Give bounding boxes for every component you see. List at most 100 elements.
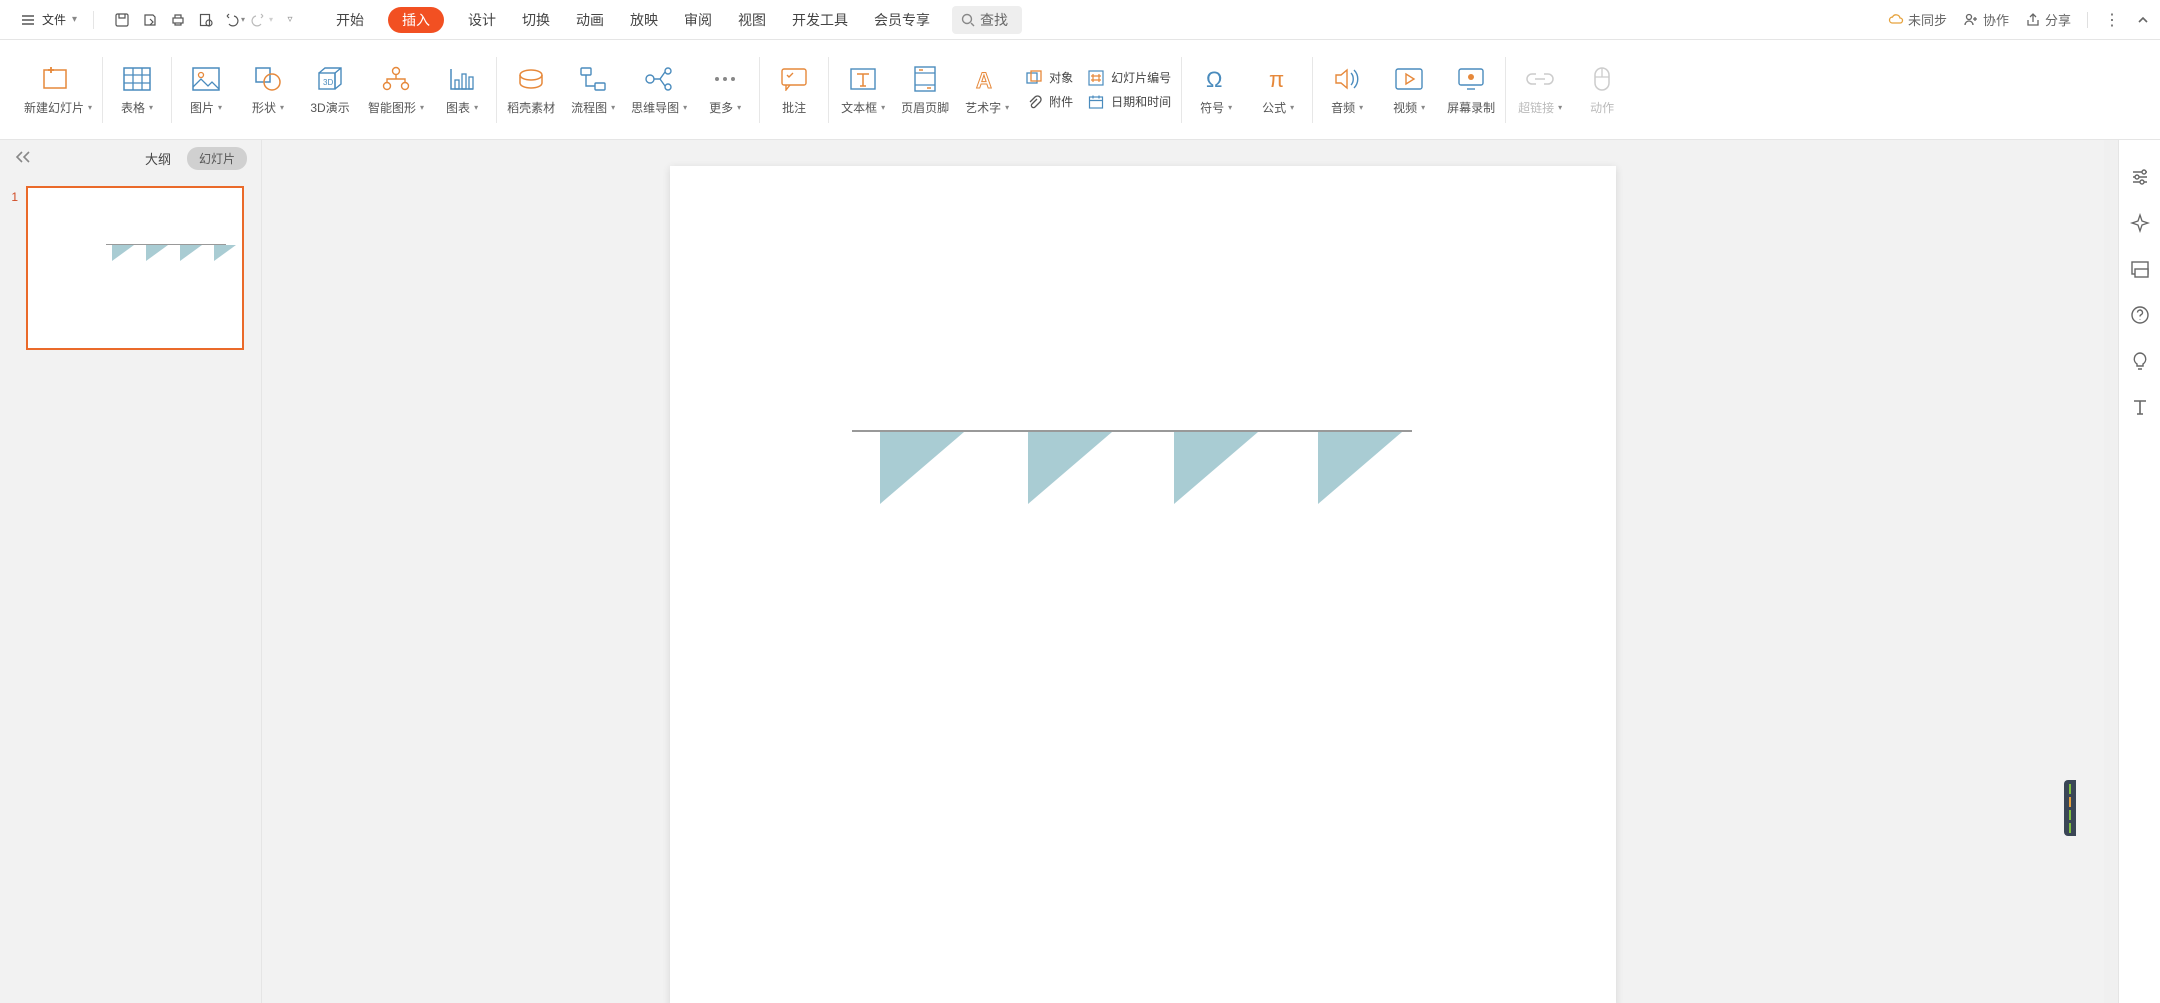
- link-icon: [1524, 63, 1556, 95]
- qat-customize-icon[interactable]: ▿: [276, 6, 304, 34]
- share-button[interactable]: 分享: [2025, 10, 2071, 29]
- comment-button[interactable]: 批注: [770, 63, 818, 116]
- hyperlink-button[interactable]: 超链接▾: [1516, 63, 1564, 116]
- slide-thumbnail-1[interactable]: [26, 186, 244, 350]
- print-icon[interactable]: [164, 6, 192, 34]
- tab-animation[interactable]: 动画: [574, 6, 606, 34]
- thumbnails: 1: [0, 176, 261, 360]
- search-icon: [960, 12, 976, 28]
- audio-button[interactable]: 音频▾: [1323, 63, 1371, 116]
- slides-tab[interactable]: 幻灯片: [187, 147, 247, 170]
- equation-button[interactable]: π 公式▾: [1254, 63, 1302, 116]
- slidenum-button[interactable]: 幻灯片编号: [1087, 69, 1171, 87]
- print-preview-icon[interactable]: [192, 6, 220, 34]
- floating-side-tab[interactable]: [2064, 780, 2076, 836]
- action-button[interactable]: 动作: [1578, 63, 1626, 116]
- svg-text:3D: 3D: [323, 78, 333, 87]
- calendar-icon: [1087, 93, 1105, 111]
- redo-icon[interactable]: ▾: [248, 6, 276, 34]
- docer-button[interactable]: 稻壳素材: [507, 63, 555, 116]
- separator: [93, 11, 94, 29]
- new-slide-icon: [42, 63, 74, 95]
- attachment-button[interactable]: 附件: [1025, 93, 1073, 111]
- outline-tab[interactable]: 大纲: [145, 149, 171, 168]
- topbar-right: 未同步 协作 分享 ⋮: [1888, 10, 2150, 30]
- textbox-button[interactable]: 文本框▾: [839, 63, 887, 116]
- tab-review[interactable]: 审阅: [682, 6, 714, 34]
- omega-icon: Ω: [1200, 63, 1232, 95]
- undo-icon[interactable]: ▾: [220, 6, 248, 34]
- picture-button[interactable]: 图片▾: [182, 63, 230, 116]
- tab-design[interactable]: 设计: [466, 6, 498, 34]
- picture-icon: [190, 63, 222, 95]
- symbol-button[interactable]: Ω 符号▾: [1192, 63, 1240, 116]
- demo3d-button[interactable]: 3D 3D演示: [306, 63, 354, 116]
- sparkle-icon[interactable]: [2127, 210, 2153, 236]
- triangle-shape-4[interactable]: [1318, 432, 1402, 504]
- svg-text:Ω: Ω: [1206, 67, 1222, 92]
- mindmap-button[interactable]: 思维导图▾: [631, 63, 687, 116]
- thumb-number: 1: [8, 186, 18, 204]
- screenrec-button[interactable]: 屏幕录制: [1447, 63, 1495, 116]
- object-button[interactable]: 对象: [1025, 69, 1073, 87]
- collapse-panel-icon[interactable]: [14, 150, 32, 167]
- lightbulb-icon[interactable]: [2127, 348, 2153, 374]
- sliders-icon[interactable]: [2127, 164, 2153, 190]
- tab-start[interactable]: 开始: [334, 6, 366, 34]
- text-icon[interactable]: [2127, 394, 2153, 420]
- more-dots-icon: [709, 63, 741, 95]
- slide[interactable]: [670, 166, 1616, 1003]
- table-button[interactable]: 表格▾: [113, 63, 161, 116]
- tab-slideshow[interactable]: 放映: [628, 6, 660, 34]
- triangle-shape-1[interactable]: [880, 432, 964, 504]
- slides-panel-header: 大纲 幻灯片: [0, 140, 261, 176]
- save-as-icon[interactable]: [136, 6, 164, 34]
- more-button[interactable]: 更多▾: [701, 63, 749, 116]
- workspace: 大纲 幻灯片 1: [0, 140, 2160, 1003]
- triangle-shape-2[interactable]: [1028, 432, 1112, 504]
- flowchart-button[interactable]: 流程图▾: [569, 63, 617, 116]
- tab-view[interactable]: 视图: [736, 6, 768, 34]
- search-label: 查找: [980, 10, 1008, 30]
- mouse-icon: [1586, 63, 1618, 95]
- smartart-button[interactable]: 智能图形▾: [368, 63, 424, 116]
- object-icon: [1025, 69, 1043, 87]
- template-icon[interactable]: [2127, 256, 2153, 282]
- slide-canvas-area[interactable]: [262, 140, 2118, 1003]
- file-menu[interactable]: 文件 ▾: [10, 7, 87, 32]
- speaker-icon: [1331, 63, 1363, 95]
- cube3d-icon: 3D: [314, 63, 346, 95]
- wordart-button[interactable]: A 艺术字▾: [963, 63, 1011, 116]
- collapse-ribbon[interactable]: [2136, 13, 2150, 27]
- sync-status[interactable]: 未同步: [1888, 10, 1947, 29]
- search-box[interactable]: 查找: [952, 6, 1022, 34]
- chart-button[interactable]: 图表▾: [438, 63, 486, 116]
- vertical-scrollbar[interactable]: [2104, 140, 2118, 1003]
- tab-insert[interactable]: 插入: [388, 7, 444, 33]
- headerfooter-icon: [909, 63, 941, 95]
- tab-devtools[interactable]: 开发工具: [790, 6, 850, 34]
- headerfooter-button[interactable]: 页眉页脚: [901, 63, 949, 116]
- pi-icon: π: [1262, 63, 1294, 95]
- shape-icon: [252, 63, 284, 95]
- video-button[interactable]: 视频▾: [1385, 63, 1433, 116]
- tab-transition[interactable]: 切换: [520, 6, 552, 34]
- table-icon: [121, 63, 153, 95]
- new-slide-button[interactable]: 新建幻灯片▾: [24, 63, 92, 116]
- file-menu-label: 文件: [42, 11, 66, 28]
- chevron-down-icon: ▾: [72, 14, 77, 25]
- cloud-icon: [1888, 12, 1904, 28]
- more-menu[interactable]: ⋮: [2104, 10, 2120, 30]
- user-plus-icon: [1963, 12, 1979, 28]
- collab-button[interactable]: 协作: [1963, 10, 2009, 29]
- triangle-shape-3[interactable]: [1174, 432, 1258, 504]
- hamburger-icon: [20, 12, 36, 28]
- share-icon: [2025, 12, 2041, 28]
- help-icon[interactable]: [2127, 302, 2153, 328]
- right-sidebar: [2118, 140, 2160, 1003]
- datetime-button[interactable]: 日期和时间: [1087, 93, 1171, 111]
- tab-member[interactable]: 会员专享: [872, 6, 932, 34]
- shape-button[interactable]: 形状▾: [244, 63, 292, 116]
- chevron-up-icon: [2136, 13, 2150, 27]
- save-icon[interactable]: [108, 6, 136, 34]
